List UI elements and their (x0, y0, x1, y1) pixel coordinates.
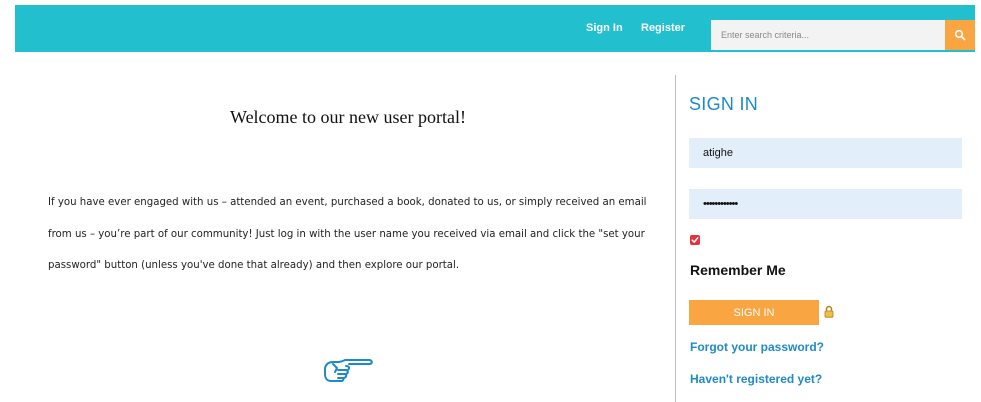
nav-sign-in-link[interactable]: Sign In (586, 22, 623, 34)
username-field[interactable] (689, 138, 962, 168)
nav-register-link[interactable]: Register (641, 22, 685, 34)
page-title: Welcome to our new user portal! (230, 107, 466, 127)
remember-me-checkbox[interactable] (690, 235, 700, 245)
sign-in-button[interactable]: SIGN IN (689, 300, 819, 325)
remember-me-label: Remember Me (690, 262, 786, 278)
register-link[interactable]: Haven't registered yet? (690, 372, 822, 386)
search-icon (954, 29, 966, 41)
password-field[interactable] (689, 189, 962, 219)
pointing-hand-icon (324, 359, 373, 382)
forgot-password-link[interactable]: Forgot your password? (690, 340, 824, 354)
top-nav-bar: Sign In Register (15, 5, 975, 52)
sidebar-divider (675, 75, 676, 402)
search-button[interactable] (945, 20, 975, 50)
checkmark-icon (691, 237, 699, 243)
lock-icon (824, 305, 834, 318)
sign-in-heading: SIGN IN (689, 94, 759, 114)
welcome-paragraph: If you have ever engaged with us – atten… (48, 197, 647, 271)
search-input[interactable] (711, 20, 945, 50)
